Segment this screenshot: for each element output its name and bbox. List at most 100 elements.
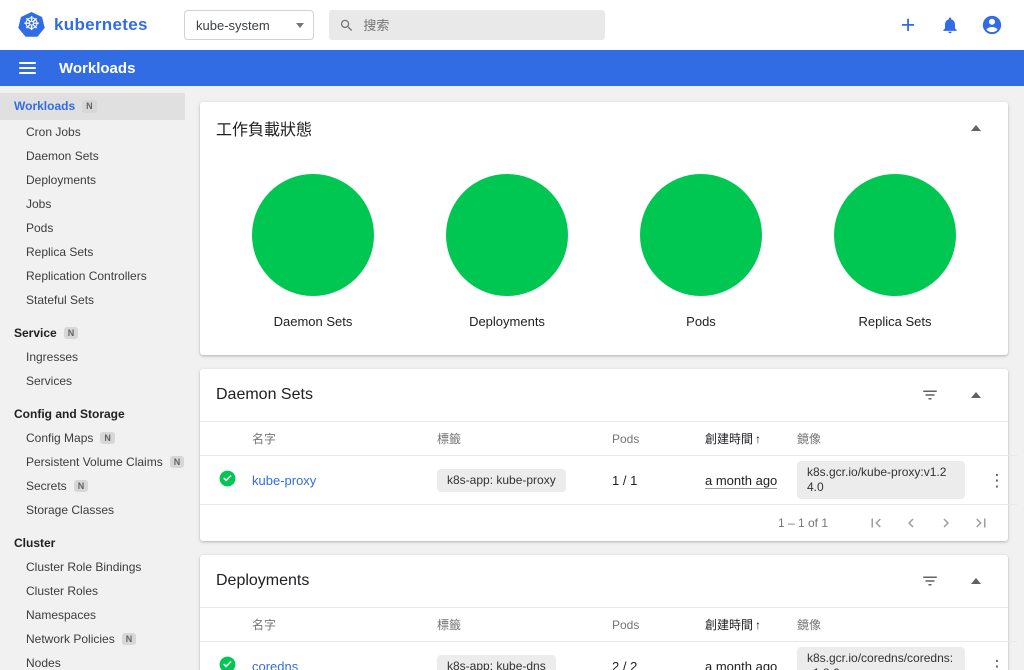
- card-header: 工作負載狀態: [200, 102, 1008, 154]
- sidebar-item-ingresses[interactable]: Ingresses: [0, 345, 185, 369]
- column-header-images[interactable]: 鏡像: [789, 422, 977, 456]
- sidebar-item-deployments[interactable]: Deployments: [0, 168, 185, 192]
- status-ok-icon: [219, 656, 236, 670]
- notifications-button[interactable]: [934, 9, 966, 41]
- create-resource-button[interactable]: +: [892, 9, 924, 41]
- table-header-row: 名字 標籤 Pods 創建時間 ↑ 鏡像: [200, 422, 1017, 456]
- table-header-row: 名字 標籤 Pods 創建時間 ↑ 鏡像: [200, 608, 1017, 642]
- column-header-name[interactable]: 名字: [244, 608, 429, 642]
- sidebar-item-cluster-role-bindings[interactable]: Cluster Role Bindings: [0, 555, 185, 579]
- collapse-card-button[interactable]: [960, 112, 992, 144]
- created-time: a month ago: [705, 472, 778, 489]
- new-badge: N: [73, 479, 89, 493]
- sidebar-item-network-policies[interactable]: Network Policies N: [0, 627, 185, 651]
- sidebar-item-config-maps[interactable]: Config Maps N: [0, 426, 185, 450]
- sidebar-item-cron-jobs[interactable]: Cron Jobs: [0, 120, 185, 144]
- bell-icon: [943, 17, 957, 34]
- last-page-icon: [975, 518, 985, 528]
- sidebar-item-nodes[interactable]: Nodes: [0, 651, 185, 670]
- sort-ascending-icon: ↑: [755, 432, 762, 446]
- sidebar-item-label: Services: [26, 374, 73, 388]
- sidebar-item-secrets[interactable]: Secrets N: [0, 474, 185, 498]
- chevron-left-icon: [907, 518, 914, 528]
- row-actions-button[interactable]: ⋮: [989, 658, 1006, 670]
- filter-icon: [923, 390, 937, 400]
- sidebar-item-workloads[interactable]: Workloads N: [0, 93, 185, 120]
- card-header: Daemon Sets: [200, 369, 1008, 422]
- chevron-up-icon: [971, 578, 981, 584]
- labels-cell: k8s-app: kube-dns: [429, 641, 604, 670]
- name-cell: coredns: [244, 641, 429, 670]
- image-chip: k8s.gcr.io/coredns/coredns:v1.8.6: [797, 647, 965, 670]
- namespace-selector[interactable]: kube-system: [184, 10, 314, 40]
- first-page-icon: [871, 518, 881, 528]
- kubernetes-brand[interactable]: ☸ kubernetes: [18, 12, 184, 38]
- previous-page-button[interactable]: [893, 510, 928, 536]
- column-header-pods[interactable]: Pods: [604, 608, 697, 642]
- column-header-name[interactable]: 名字: [244, 422, 429, 456]
- collapse-card-button[interactable]: [960, 565, 992, 597]
- table-row: coredns k8s-app: kube-dns 2 / 2 a month ago…: [200, 641, 1017, 670]
- sidebar-item-cluster-roles[interactable]: Cluster Roles: [0, 579, 185, 603]
- sidebar-item-storage-classes[interactable]: Storage Classes: [0, 498, 185, 522]
- card-title: Daemon Sets: [216, 386, 313, 403]
- sidebar-item-namespaces[interactable]: Namespaces: [0, 603, 185, 627]
- column-header-images[interactable]: 鏡像: [789, 608, 977, 642]
- sidebar-item-label: Ingresses: [26, 350, 79, 364]
- sidebar-item-label: Nodes: [26, 656, 61, 670]
- daemon-sets-card: Daemon Sets 名字 標籤 Pods 創建時間 ↑ 鏡像 kube-pr…: [200, 369, 1017, 541]
- kubernetes-logo-icon: ☸: [18, 12, 45, 37]
- filter-button[interactable]: [914, 379, 946, 411]
- search-input[interactable]: [363, 17, 595, 33]
- sidebar-item-service[interactable]: Service N: [0, 321, 185, 345]
- sidebar-item-replica-sets[interactable]: Replica Sets: [0, 240, 185, 264]
- deployments-table: 名字 標籤 Pods 創建時間 ↑ 鏡像 coredns k8s-app: kube…: [200, 608, 1017, 670]
- account-button[interactable]: [976, 9, 1008, 41]
- status-donut: [834, 174, 956, 296]
- pods-count: 1 / 1: [604, 455, 697, 505]
- last-page-button[interactable]: [963, 510, 998, 536]
- column-header-menu: [977, 422, 1017, 456]
- sidebar-item-label: Cluster: [14, 536, 56, 550]
- image-chip: k8s.gcr.io/kube-proxy:v1.24.0: [797, 461, 965, 499]
- sidebar-item-label: Jobs: [26, 197, 52, 211]
- sidebar-item-label: Namespaces: [26, 608, 97, 622]
- sidebar-item-label: Cluster Roles: [26, 584, 99, 598]
- sidebar-item-persistent-volume-claims[interactable]: Persistent Volume Claims N: [0, 450, 185, 474]
- sidebar-item-label: Network Policies: [26, 632, 115, 646]
- column-header-labels[interactable]: 標籤: [429, 422, 604, 456]
- sidebar-item-label: Replication Controllers: [26, 269, 147, 283]
- status-donut: [252, 174, 374, 296]
- sidebar-item-jobs[interactable]: Jobs: [0, 192, 185, 216]
- column-header-pods[interactable]: Pods: [604, 422, 697, 456]
- resource-name-link[interactable]: coredns: [252, 659, 298, 670]
- row-actions-button[interactable]: ⋮: [989, 472, 1006, 489]
- sidebar-item-cluster: Cluster: [0, 531, 185, 555]
- sidebar-item-services[interactable]: Services: [0, 369, 185, 393]
- header-actions: +: [892, 9, 1008, 41]
- column-header-labels[interactable]: 標籤: [429, 608, 604, 642]
- workload-status-chart: Pods: [640, 174, 762, 329]
- pagination: 1 – 1 of 1: [200, 505, 1008, 541]
- sidebar-item-stateful-sets[interactable]: Stateful Sets: [0, 288, 185, 312]
- first-page-button[interactable]: [858, 510, 893, 536]
- menu-toggle-button[interactable]: [17, 57, 38, 79]
- name-cell: kube-proxy: [244, 455, 429, 505]
- card-title: Deployments: [216, 572, 310, 589]
- card-header: Deployments: [200, 555, 1008, 608]
- next-page-button[interactable]: [928, 510, 963, 536]
- sidebar-item-pods[interactable]: Pods: [0, 216, 185, 240]
- sidebar-item-label: Daemon Sets: [26, 149, 99, 163]
- resource-name-link[interactable]: kube-proxy: [252, 473, 316, 488]
- sidebar-item-label: Config and Storage: [14, 407, 125, 421]
- sidebar-item-replication-controllers[interactable]: Replication Controllers: [0, 264, 185, 288]
- status-charts: Daemon Sets Deployments Pods Replica Sets: [200, 154, 1008, 355]
- column-header-created[interactable]: 創建時間 ↑: [697, 422, 789, 456]
- search-bar: [329, 10, 605, 40]
- new-badge: N: [121, 632, 137, 646]
- filter-button[interactable]: [914, 565, 946, 597]
- sidebar-item-label: Stateful Sets: [26, 293, 95, 307]
- sidebar-item-daemon-sets[interactable]: Daemon Sets: [0, 144, 185, 168]
- column-header-created[interactable]: 創建時間 ↑: [697, 608, 789, 642]
- collapse-card-button[interactable]: [960, 379, 992, 411]
